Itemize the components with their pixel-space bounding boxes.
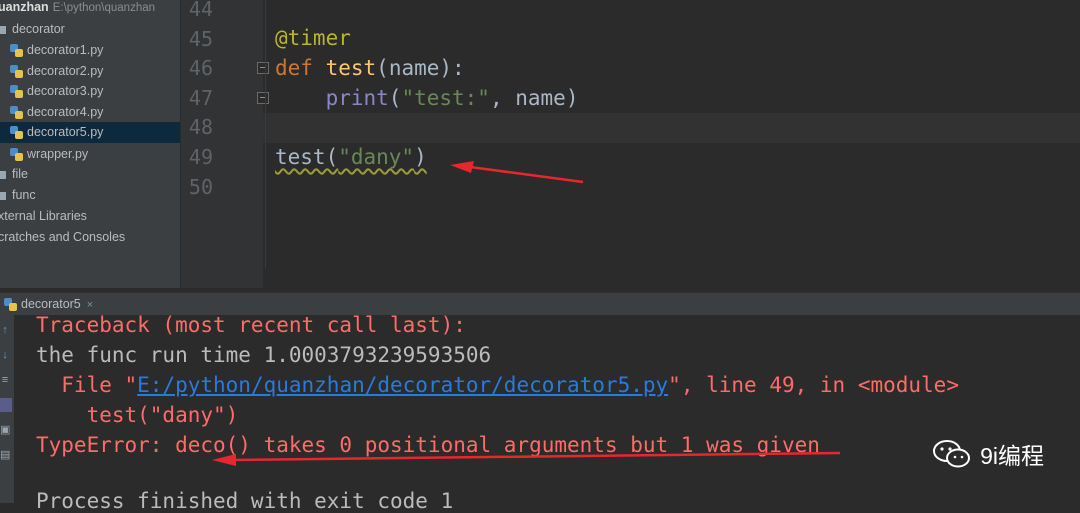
- decorator-token: @timer: [275, 26, 351, 50]
- console-line: Traceback (most recent call last):: [36, 313, 466, 337]
- project-root[interactable]: uanzhan E:\python\quanzhan: [0, 0, 155, 18]
- console-line: TypeError: deco() takes 0 positional arg…: [36, 433, 820, 457]
- tree-item-label: wrapper.py: [27, 147, 89, 161]
- tree-item-label: xternal Libraries: [0, 209, 87, 223]
- folder-icon: [0, 25, 6, 34]
- current-line-highlight: [263, 113, 1080, 143]
- soft-wrap-icon[interactable]: ≡: [0, 375, 10, 386]
- line-number: 45: [188, 27, 213, 51]
- line-number: 44: [188, 0, 213, 21]
- line-number: 48: [188, 115, 213, 139]
- tree-item-label: file: [12, 167, 28, 181]
- console-line: File "E:/python/quanzhan/decorator/decor…: [36, 373, 959, 397]
- tree-file-decorator3[interactable]: decorator3.py: [10, 81, 103, 102]
- project-root-path: E:\python\quanzhan: [52, 2, 156, 14]
- tree-file-decorator5[interactable]: decorator5.py: [0, 122, 180, 143]
- python-file-icon: [10, 148, 23, 162]
- code-line-49: test("dany"): [275, 145, 427, 169]
- line-gutter: 44 45 46 47 48 49 50: [181, 0, 269, 288]
- fold-end-icon[interactable]: [257, 92, 269, 104]
- console-line: the func run time 1.0003793239593506: [36, 343, 492, 367]
- line-number: 47: [188, 86, 213, 110]
- python-run-icon: [4, 298, 17, 312]
- python-file-icon: [10, 106, 23, 120]
- tree-item-label: cratches and Consoles: [0, 230, 126, 244]
- tree-folder-func[interactable]: func: [0, 185, 36, 206]
- watermark: 9i编程: [932, 436, 1044, 472]
- tree-folder-file[interactable]: file: [0, 164, 28, 185]
- wechat-logo-icon: [933, 440, 971, 468]
- close-tab-icon[interactable]: ×: [87, 299, 93, 311]
- tree-scratches-consoles[interactable]: cratches and Consoles: [0, 227, 125, 248]
- tree-item-label: decorator2.py: [27, 64, 104, 78]
- tree-item-label: func: [12, 188, 36, 202]
- tree-item-label: decorator: [12, 22, 65, 36]
- file-link[interactable]: E:/python/quanzhan/decorator/decorator5.…: [137, 373, 668, 397]
- code-editor[interactable]: 44 45 46 47 48 49 50 @timer def test(nam…: [181, 0, 1080, 288]
- code-line-47: print("test:", name): [275, 86, 579, 110]
- project-root-name: uanzhan: [0, 0, 49, 14]
- python-file-icon: [10, 85, 23, 99]
- python-file-icon: [10, 44, 23, 58]
- indent-guide: [265, 0, 266, 268]
- params-token: (name):: [376, 56, 465, 80]
- run-tool-window-header: decorator5 ×: [0, 292, 1080, 315]
- python-file-icon: [10, 126, 23, 140]
- paren-token: (: [388, 86, 402, 110]
- keyword-token: def: [275, 56, 313, 80]
- scroll-to-end-icon[interactable]: [0, 398, 12, 412]
- tree-folder-decorator[interactable]: decorator: [0, 19, 65, 40]
- line-number: 49: [188, 145, 213, 169]
- run-tab-decorator5[interactable]: decorator5 ×: [0, 293, 93, 315]
- folder-icon: [0, 170, 6, 179]
- call-token: test(: [275, 145, 339, 169]
- tree-item-label: decorator1.py: [27, 43, 104, 57]
- string-token: "test:": [401, 86, 490, 110]
- console-line: Process finished with exit code 1: [36, 489, 454, 513]
- code-line-45: @timer: [275, 26, 351, 50]
- watermark-text: 9i编程: [980, 443, 1044, 469]
- function-name-token: test: [325, 56, 377, 80]
- line-number: 50: [188, 175, 213, 199]
- console-line: test("dany"): [36, 403, 239, 427]
- scroll-down-icon[interactable]: ↓: [0, 350, 10, 361]
- builtin-token: print: [325, 86, 389, 110]
- project-sidebar: uanzhan E:\python\quanzhan decorator deco…: [0, 0, 181, 288]
- run-tab-label: decorator5: [21, 297, 81, 311]
- tree-file-wrapper[interactable]: wrapper.py: [10, 144, 88, 165]
- python-file-icon: [10, 65, 23, 79]
- tree-item-label: decorator5.py: [27, 125, 104, 139]
- console-text: File ": [36, 373, 138, 397]
- tree-file-decorator4[interactable]: decorator4.py: [10, 102, 103, 123]
- tree-file-decorator1[interactable]: decorator1.py: [10, 40, 103, 61]
- paren-token: ): [414, 145, 427, 169]
- tree-item-label: decorator3.py: [27, 84, 104, 98]
- tree-external-libraries[interactable]: xternal Libraries: [0, 206, 87, 227]
- fold-start-icon[interactable]: [257, 62, 269, 74]
- run-toolbar: ↑ ↓ ≡ ▣ ▤: [0, 315, 14, 503]
- tree-item-label: decorator4.py: [27, 105, 104, 119]
- folder-icon: [0, 191, 6, 200]
- string-token: "dany": [338, 145, 415, 169]
- line-number: 46: [188, 56, 213, 80]
- console-text: ", line 49, in <module>: [668, 373, 959, 397]
- print-icon[interactable]: ▣: [0, 425, 10, 436]
- code-line-46: def test(name):: [275, 56, 465, 80]
- warning-squiggle: test("dany"): [275, 145, 427, 169]
- args-token: , name): [489, 86, 579, 110]
- scroll-up-icon[interactable]: ↑: [0, 325, 10, 336]
- tree-file-decorator2[interactable]: decorator2.py: [10, 61, 103, 82]
- trash-icon[interactable]: ▤: [0, 450, 10, 461]
